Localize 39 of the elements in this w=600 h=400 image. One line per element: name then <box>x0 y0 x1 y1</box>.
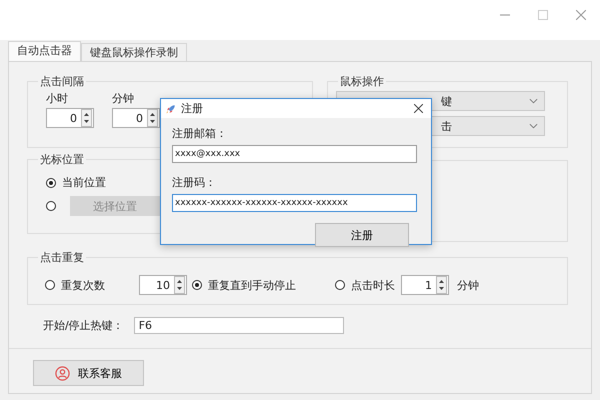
field-label: 小时 <box>46 91 69 106</box>
radio-label: 重复直到手动停止 <box>208 278 296 292</box>
hotkey-field[interactable]: F6 <box>134 317 344 334</box>
radio-button[interactable] <box>45 280 55 290</box>
field-label: 分钟 <box>112 91 135 106</box>
close-icon[interactable] <box>414 104 423 113</box>
input-field[interactable]: xxxxxx-xxxxxx-xxxxxx-xxxxxx-xxxxxx <box>172 194 417 212</box>
radio-label: 重复次数 <box>61 278 106 292</box>
dialog-title: 注册 <box>181 101 204 116</box>
spin-arrows-icon[interactable] <box>436 276 447 294</box>
group-title: 鼠标操作 <box>339 74 385 89</box>
input-field[interactable]: xxxx@xxx.xxx <box>172 145 417 163</box>
rocket-icon <box>165 102 177 114</box>
unit-label: 分钟 <box>457 278 479 292</box>
number-field[interactable]: 0 <box>46 108 94 128</box>
spin-arrows-icon[interactable] <box>81 109 92 127</box>
chevron-icon <box>529 98 538 104</box>
radio-label: 点击时长 <box>351 278 395 292</box>
chevron-icon <box>529 123 538 129</box>
number-field[interactable]: 1 <box>401 275 449 295</box>
radio-button[interactable] <box>335 280 345 290</box>
spin-arrows-icon[interactable] <box>147 109 158 127</box>
person-icon <box>55 366 70 380</box>
tab[interactable]: 自动点击器 <box>8 41 81 61</box>
tab[interactable]: 键盘鼠标操作录制 <box>81 43 187 61</box>
register-button[interactable]: 注册 <box>315 223 409 247</box>
group-title: 点击重复 <box>39 250 85 265</box>
radio-label: 当前位置 <box>62 175 106 190</box>
number-field[interactable]: 10 <box>139 275 187 295</box>
number-field[interactable]: 0 <box>112 108 160 128</box>
group-title: 光标位置 <box>39 152 85 167</box>
hotkey-label: 开始/停止热键： <box>43 318 124 333</box>
field-label: 注册码： <box>172 175 217 190</box>
radio-button[interactable] <box>192 280 202 290</box>
spin-arrows-icon[interactable] <box>174 276 185 294</box>
field-label: 注册邮箱： <box>172 126 228 141</box>
radio-button[interactable] <box>46 178 56 188</box>
contact-support-button[interactable]: 联系客服 <box>33 360 144 386</box>
group-title: 点击间隔 <box>39 74 85 89</box>
